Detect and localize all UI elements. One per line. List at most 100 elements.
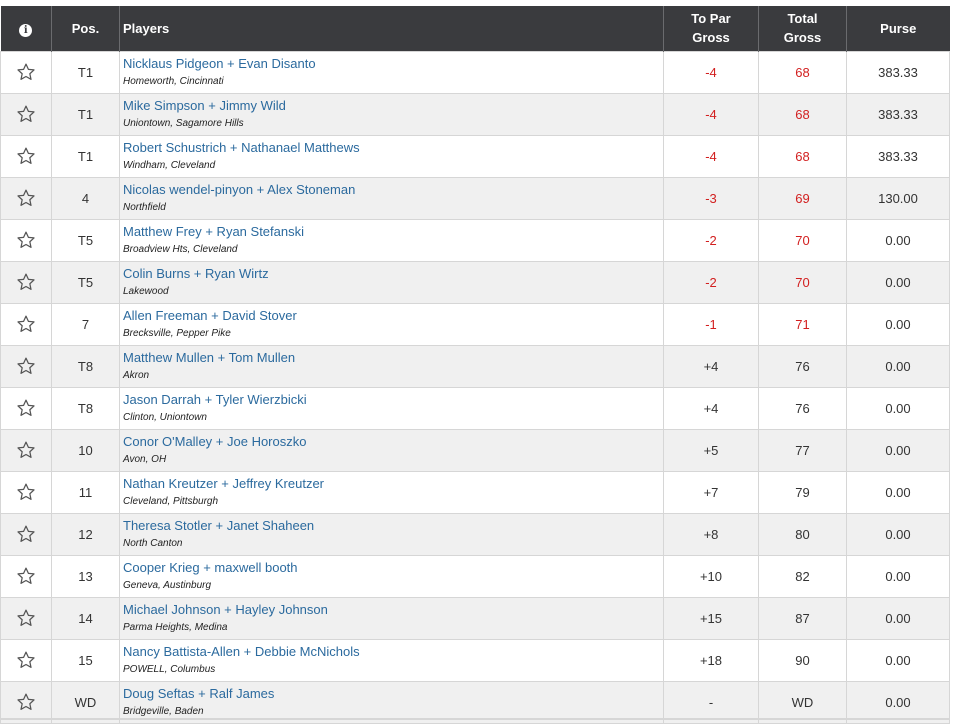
player-names-link[interactable]: Matthew Frey + Ryan Stefanski [123,224,663,240]
total-gross-cell: 68 [758,50,847,94]
star-icon[interactable] [1,440,51,460]
player-names-link[interactable]: Cooper Krieg + maxwell booth [123,560,663,576]
favorite-cell [0,386,52,430]
players-cell: Jason Darrah + Tyler Wierzbicki Clinton, … [119,386,664,430]
players-cell: Nancy Battista-Allen + Debbie McNichols P… [119,638,664,682]
star-icon[interactable] [1,566,51,586]
to-par-gross-cell: - [663,680,759,724]
players-cell: Matthew Mullen + Tom Mullen Akron [119,344,664,388]
position-cell: T8 [51,386,120,430]
table-row: T8 Jason Darrah + Tyler Wierzbicki Clinton… [0,386,950,430]
table-bottom-border [0,718,949,720]
table-row: T8 Matthew Mullen + Tom Mullen Akron +4 76 0.… [0,344,950,388]
to-par-gross-cell: -4 [663,134,759,178]
position-cell: T1 [51,134,120,178]
star-icon[interactable] [1,314,51,334]
position-cell: 12 [51,512,120,556]
star-icon[interactable] [1,146,51,166]
header-row: i Pos. Players To Par Gross Total Gross Pu… [0,6,950,51]
total-gross-cell: 87 [758,596,847,640]
star-icon[interactable] [1,62,51,82]
player-names-link[interactable]: Conor O'Malley + Joe Horoszko [123,434,663,450]
player-location: Avon, OH [123,453,167,465]
star-icon[interactable] [1,104,51,124]
player-names-link[interactable]: Nathan Kreutzer + Jeffrey Kreutzer [123,476,663,492]
favorite-cell [0,554,52,598]
player-names-link[interactable]: Colin Burns + Ryan Wirtz [123,266,663,282]
favorite-cell [0,92,52,136]
player-names-link[interactable]: Allen Freeman + David Stover [123,308,663,324]
players-cell: Mike Simpson + Jimmy Wild Uniontown, Saga… [119,92,664,136]
player-names-link[interactable]: Robert Schustrich + Nathanael Matthews [123,140,663,156]
to-par-gross-cell: +7 [663,470,759,514]
header-to-par-gross[interactable]: To Par Gross [663,6,759,51]
star-icon[interactable] [1,356,51,376]
info-icon[interactable]: i [19,23,33,37]
player-location: Windham, Cleveland [123,159,216,171]
player-names-link[interactable]: Matthew Mullen + Tom Mullen [123,350,663,366]
position-cell: T1 [51,50,120,94]
total-gross-cell: 76 [758,386,847,430]
table-row: 10 Conor O'Malley + Joe Horoszko Avon, OH +… [0,428,950,472]
favorite-cell [0,470,52,514]
header-total-line2: Gross [783,30,822,46]
star-icon[interactable] [1,188,51,208]
player-names-link[interactable]: Mike Simpson + Jimmy Wild [123,98,663,114]
to-par-gross-cell: +5 [663,428,759,472]
header-purse[interactable]: Purse [847,6,950,51]
to-par-gross-cell: +4 [663,386,759,430]
table-row: 4 Nicolas wendel-pinyon + Alex Stoneman No… [0,176,950,220]
header-total-gross[interactable]: Total Gross [758,6,847,51]
header-players[interactable]: Players [119,6,664,51]
table-row: T1 Robert Schustrich + Nathanael Matthews… [0,134,950,178]
position-cell: 7 [51,302,120,346]
star-icon[interactable] [1,608,51,628]
star-icon[interactable] [1,398,51,418]
total-gross-cell: 77 [758,428,847,472]
favorite-cell [0,512,52,556]
total-gross-cell: 79 [758,470,847,514]
position-cell: 4 [51,176,120,220]
table-row: 7 Allen Freeman + David Stover Brecksville… [0,302,950,346]
players-cell: Nicklaus Pidgeon + Evan Disanto Homeworth… [119,50,664,94]
players-cell: Cooper Krieg + maxwell booth Geneva, Aust… [119,554,664,598]
header-pos[interactable]: Pos. [51,6,120,51]
favorite-cell [0,176,52,220]
player-names-link[interactable]: Jason Darrah + Tyler Wierzbicki [123,392,663,408]
total-gross-cell: 82 [758,554,847,598]
player-location: Northfield [123,201,166,213]
position-cell: T5 [51,218,120,262]
star-icon[interactable] [1,482,51,502]
table-body: T1 Nicklaus Pidgeon + Evan Disanto Homewor… [0,50,950,724]
player-location: Uniontown, Sagamore Hills [123,117,244,129]
players-cell: Nathan Kreutzer + Jeffrey Kreutzer Clevel… [119,470,664,514]
star-icon[interactable] [1,272,51,292]
player-location: Bridgeville, Baden [123,705,204,717]
header-to-par-line2: Gross [692,30,730,46]
star-icon[interactable] [1,230,51,250]
position-cell: WD [51,680,120,724]
player-names-link[interactable]: Theresa Stotler + Janet Shaheen [123,518,663,534]
purse-cell: 0.00 [846,386,950,430]
leaderboard: i Pos. Players To Par Gross Total Gross Pu… [0,6,950,724]
header-info[interactable]: i [0,6,52,51]
player-names-link[interactable]: Nicolas wendel-pinyon + Alex Stoneman [123,182,663,198]
player-names-link[interactable]: Nicklaus Pidgeon + Evan Disanto [123,56,663,72]
player-names-link[interactable]: Nancy Battista-Allen + Debbie McNichols [123,644,663,660]
header-to-par-line1: To Par [691,11,731,27]
player-location: Parma Heights, Medina [123,621,228,633]
player-names-link[interactable]: Michael Johnson + Hayley Johnson [123,602,663,618]
table-row: 12 Theresa Stotler + Janet Shaheen North C… [0,512,950,556]
star-icon[interactable] [1,692,51,712]
player-location: Homeworth, Cincinnati [123,75,224,87]
purse-cell: 0.00 [846,638,950,682]
table-row: WD Doug Seftas + Ralf James Bridgeville, B… [0,680,950,724]
to-par-gross-cell: -2 [663,260,759,304]
position-cell: T1 [51,92,120,136]
player-names-link[interactable]: Doug Seftas + Ralf James [123,686,663,702]
total-gross-cell: 69 [758,176,847,220]
table-row: T1 Mike Simpson + Jimmy Wild Uniontown, Sa… [0,92,950,136]
players-cell: Nicolas wendel-pinyon + Alex Stoneman Nor… [119,176,664,220]
star-icon[interactable] [1,524,51,544]
star-icon[interactable] [1,650,51,670]
